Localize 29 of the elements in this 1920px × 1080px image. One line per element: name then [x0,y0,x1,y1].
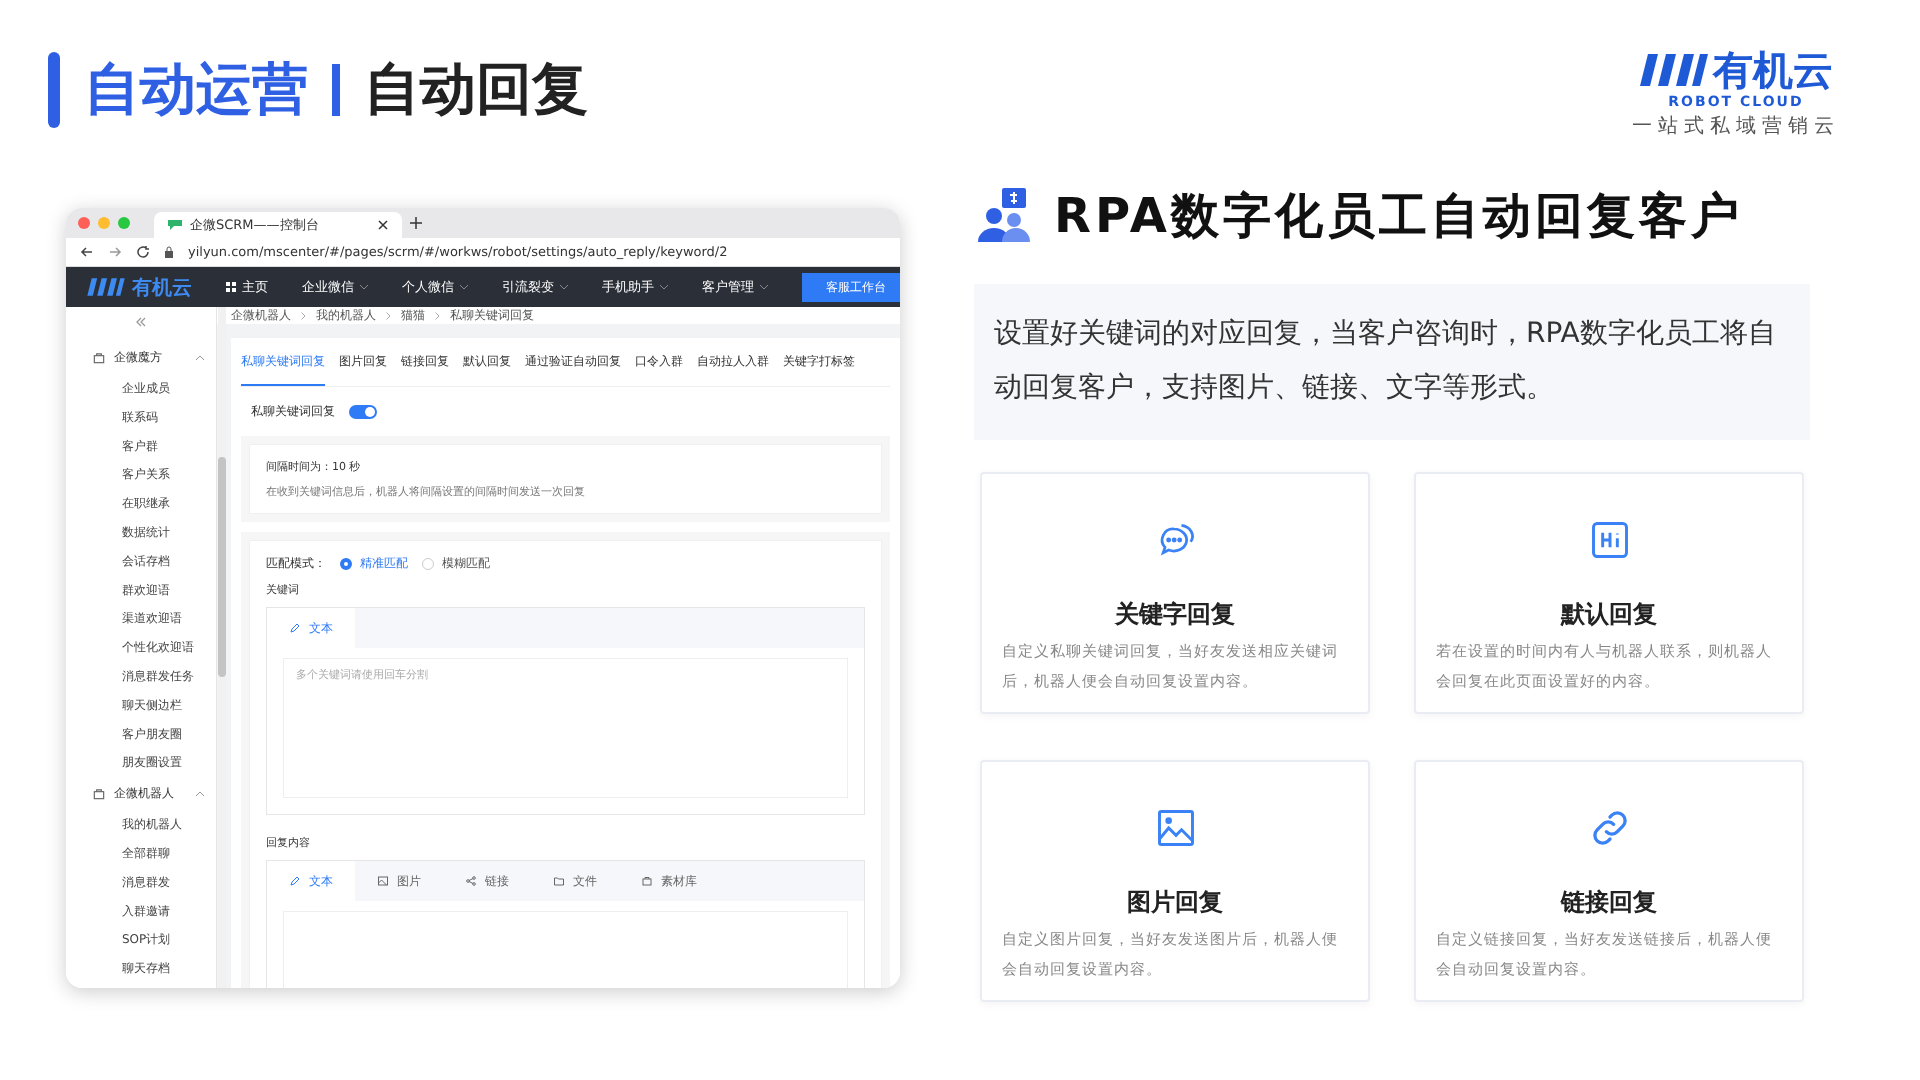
section-title: 自动运营 [84,54,308,126]
card-title: 默认回复 [1561,598,1657,632]
logo-name: 有机云 [1713,48,1833,92]
feature-title: RPA数字化员工自动回复客户 [1054,186,1743,248]
close-dot[interactable] [78,217,90,229]
back-icon[interactable] [80,245,94,259]
maximize-dot[interactable] [118,217,130,229]
close-icon[interactable] [378,220,388,230]
reload-icon[interactable] [136,245,150,259]
toggle-switch[interactable] [349,404,377,419]
collapse-icon[interactable] [136,317,146,327]
page-title: 自动回复 [364,54,588,126]
lock-icon [164,246,174,258]
feature-description: 设置好关键词的对应回复，当客户咨询时，RPA数字化员工将自动回复客户，支持图片、链接、文字等形式。 [974,284,1810,440]
accent-bar [48,52,60,128]
logo-mark-icon [86,276,126,298]
card-title: 关键字回复 [1115,598,1235,632]
logo-name: 有机云 [132,273,192,301]
card-title: 链接回复 [1561,886,1657,920]
favicon-icon [168,220,182,230]
people-icon [974,186,1034,246]
minimize-dot[interactable] [98,217,110,229]
card-title: 图片回复 [1127,886,1223,920]
new-tab-icon[interactable] [410,217,422,229]
scrollbar[interactable] [218,307,226,988]
forward-icon[interactable] [108,245,122,259]
grid-icon [226,282,236,292]
logo-mark-icon [1639,50,1707,90]
logo-slogan: 一站式私域营销云 [1632,113,1840,140]
